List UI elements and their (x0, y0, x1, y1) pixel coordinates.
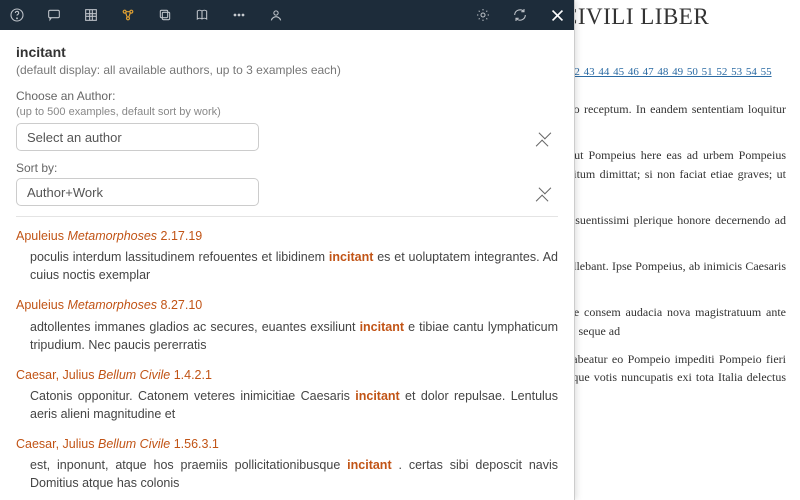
result-snippet: adtollentes immanes gladios ac secures, … (16, 318, 558, 354)
panel-toolbar (0, 0, 574, 30)
comment-icon[interactable] (45, 7, 62, 24)
help-icon[interactable] (8, 7, 25, 24)
grid-icon[interactable] (82, 7, 99, 24)
result-snippet: poculis interdum lassitudinem refouentes… (16, 248, 558, 284)
result-item: Apuleius Metamorphoses 8.27.10 adtollente… (16, 296, 558, 353)
result-snippet: est, inponunt, atque hos praemiis pollic… (16, 456, 558, 492)
result-reference[interactable]: Apuleius Metamorphoses 2.17.19 (16, 227, 558, 245)
result-reference[interactable]: Apuleius Metamorphoses 8.27.10 (16, 296, 558, 314)
result-item: Caesar, Julius Bellum Civile 1.4.2.1 Cato… (16, 366, 558, 423)
result-snippet: Catonis opponitur. Catonem veteres inimi… (16, 387, 558, 423)
author-sublabel: (up to 500 examples, default sort by wor… (16, 106, 558, 118)
book-icon[interactable] (193, 7, 210, 24)
result-reference[interactable]: Caesar, Julius Bellum Civile 1.4.2.1 (16, 366, 558, 384)
refresh-icon[interactable] (511, 7, 528, 24)
author-select-wrap: Select an author (16, 123, 558, 151)
author-select[interactable]: Select an author (16, 123, 259, 151)
result-item: Apuleius Metamorphoses 2.17.19 poculis in… (16, 227, 558, 284)
gear-icon[interactable] (474, 7, 491, 24)
copy-icon[interactable] (156, 7, 173, 24)
default-display-note: (default display: all available authors,… (16, 63, 558, 77)
author-label: Choose an Author: (16, 89, 558, 103)
close-icon[interactable] (548, 6, 566, 24)
sort-select-wrap: Author+Work (16, 178, 558, 206)
sort-select[interactable]: Author+Work (16, 178, 259, 206)
sort-label: Sort by: (16, 161, 558, 175)
graph-icon[interactable] (119, 7, 136, 24)
result-reference[interactable]: Caesar, Julius Bellum Civile 1.56.3.1 (16, 435, 558, 453)
user-icon[interactable] (267, 7, 284, 24)
dots-icon[interactable] (230, 7, 247, 24)
headword: incitant (16, 44, 558, 60)
result-item: Caesar, Julius Bellum Civile 1.56.3.1 est… (16, 435, 558, 492)
panel-body: incitant (default display: all available… (0, 30, 574, 500)
concordance-panel: incitant (default display: all available… (0, 0, 575, 500)
divider (16, 216, 558, 217)
